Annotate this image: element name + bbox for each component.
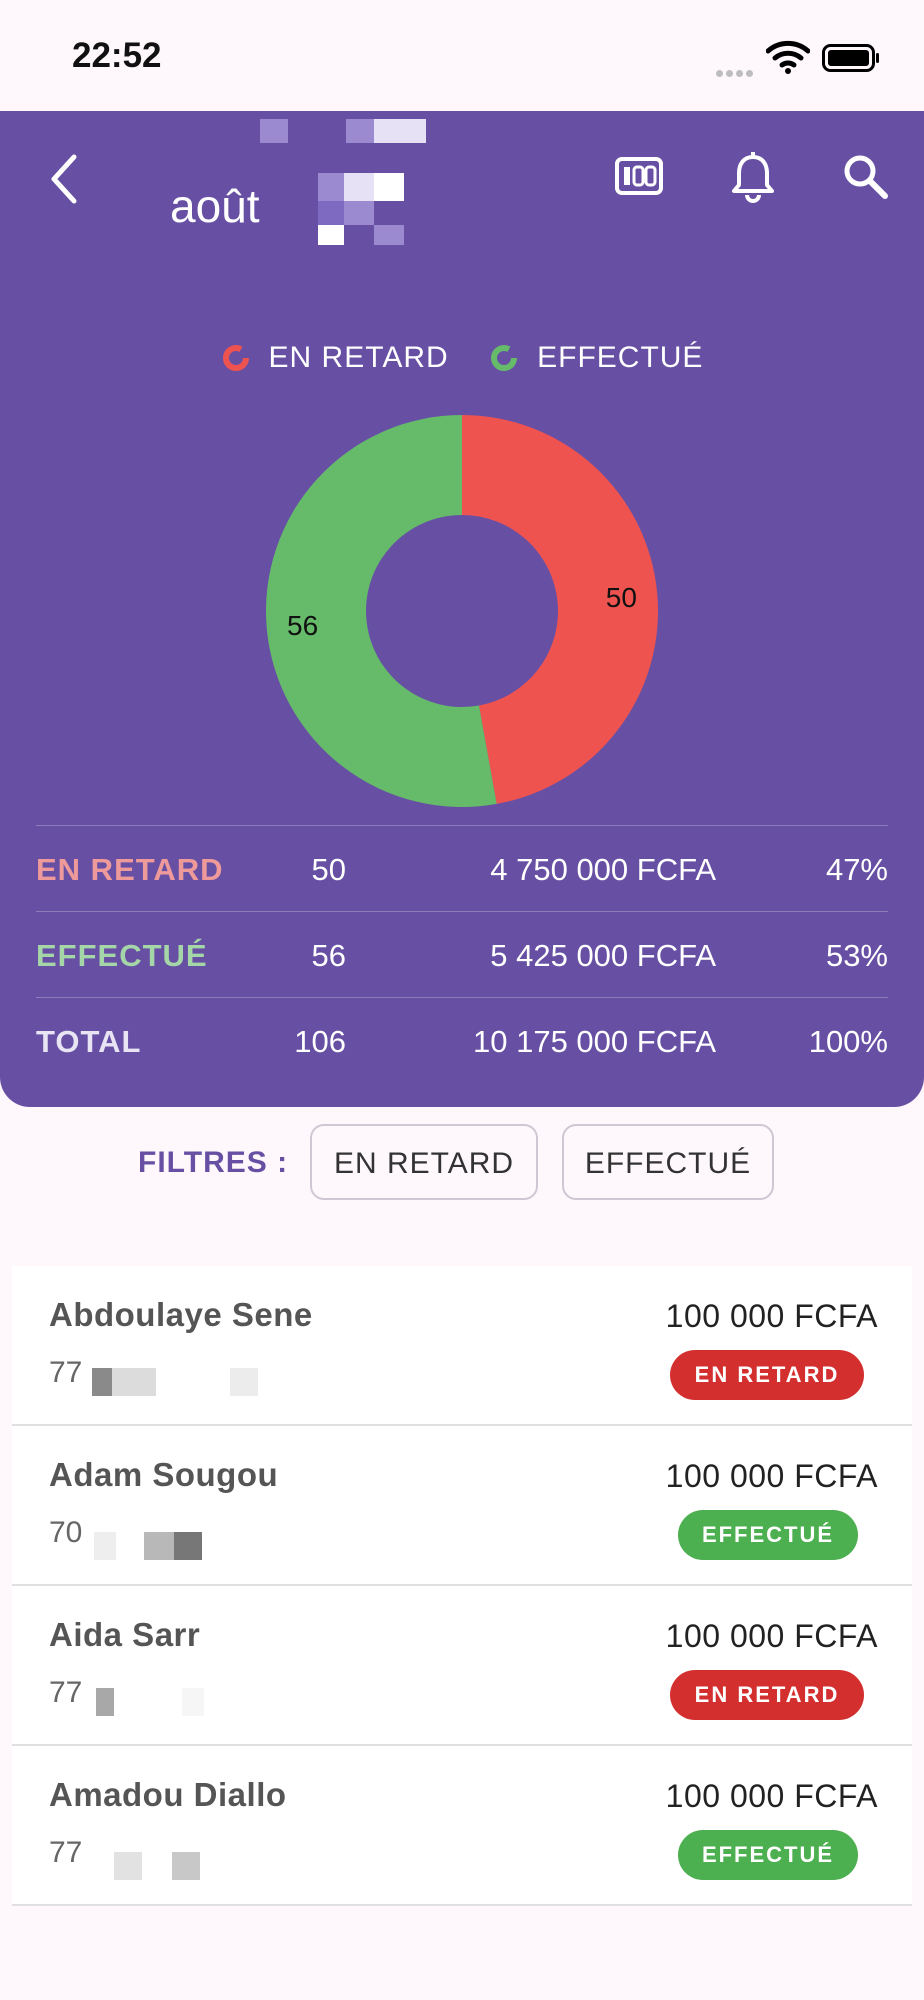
status-time: 22:52 (72, 36, 162, 75)
item-amount: 100 000 FCFA (665, 1298, 878, 1334)
summary-amount: 10 175 000 FCFA (473, 1024, 716, 1059)
member-phone: 77 (49, 1676, 83, 1709)
donut-data-label: 50 (606, 582, 637, 613)
item-amount: 100 000 FCFA (665, 1618, 878, 1654)
cellular-signal-icon (716, 64, 760, 77)
summary-count: 56 (311, 938, 346, 973)
item-amount: 100 000 FCFA (665, 1778, 878, 1814)
chart-legend: EN RETARD EFFECTUÉ (0, 341, 924, 378)
legend-label: EN RETARD (268, 341, 449, 374)
list-item[interactable]: Amadou Diallo 77 100 000 FCFA EFFECTUÉ (12, 1746, 912, 1906)
legend-en-retard: EN RETARD (221, 341, 449, 375)
status-badge: EN RETARD (670, 1670, 864, 1720)
summary-amount: 5 425 000 FCFA (490, 938, 716, 973)
search-icon[interactable] (842, 153, 888, 199)
summary-amount: 4 750 000 FCFA (490, 852, 716, 887)
summary-count: 106 (294, 1024, 346, 1059)
member-name: Aida Sarr (49, 1616, 201, 1653)
summary-label: TOTAL (36, 1024, 142, 1059)
member-phone: 70 (49, 1516, 83, 1549)
member-phone: 77 (49, 1356, 83, 1389)
status-badge: EN RETARD (670, 1350, 864, 1400)
member-phone: 77 (49, 1836, 83, 1869)
battery-icon (822, 44, 879, 72)
status-bar: 22:52 (0, 0, 924, 111)
list-item[interactable]: Aida Sarr 77 100 000 FCFA EN RETARD (12, 1586, 912, 1746)
filter-chip-en-retard[interactable]: EN RETARD (310, 1124, 538, 1200)
list-item[interactable]: Adam Sougou 70 100 000 FCFA EFFECTUÉ (12, 1426, 912, 1586)
summary-count: 50 (311, 852, 346, 887)
summary-table: EN RETARD 50 4 750 000 FCFA 47% EFFECTUÉ… (36, 825, 888, 1083)
counter-icon[interactable] (614, 153, 664, 199)
summary-row-total: TOTAL 106 10 175 000 FCFA 100% (36, 997, 888, 1083)
summary-label: EN RETARD (36, 852, 224, 887)
summary-percent: 47% (825, 852, 888, 887)
payment-list: Abdoulaye Sene 77 100 000 FCFA EN RETARD… (12, 1266, 912, 1906)
back-arrow-icon[interactable] (44, 149, 84, 209)
member-name: Adam Sougou (49, 1456, 279, 1493)
filters-bar: FILTRES : EN RETARD EFFECTUÉ (0, 1124, 924, 1204)
legend-donut-icon (222, 345, 249, 371)
donut-chart: 50 56 (265, 415, 658, 807)
status-badge: EFFECTUÉ (678, 1830, 858, 1880)
member-name: Amadou Diallo (49, 1776, 287, 1813)
legend-effectue: EFFECTUÉ (489, 341, 703, 375)
summary-row-effectue: EFFECTUÉ 56 5 425 000 FCFA 53% (36, 911, 888, 997)
summary-percent: 53% (825, 938, 888, 973)
wifi-icon (766, 40, 810, 74)
legend-donut-icon (491, 345, 518, 371)
item-amount: 100 000 FCFA (665, 1458, 878, 1494)
status-badge: EFFECTUÉ (678, 1510, 858, 1560)
month-title: août (170, 180, 260, 232)
donut-data-label: 56 (287, 610, 318, 641)
filter-chip-effectue[interactable]: EFFECTUÉ (562, 1124, 774, 1200)
notification-bell-icon[interactable] (730, 151, 776, 205)
summary-percent: 100% (808, 1024, 888, 1059)
list-item[interactable]: Abdoulaye Sene 77 100 000 FCFA EN RETARD (12, 1266, 912, 1426)
summary-panel: août EN RETARD EFFECTUÉ 50 56 EN RETARD … (0, 111, 924, 1107)
summary-row-en-retard: EN RETARD 50 4 750 000 FCFA 47% (36, 825, 888, 911)
summary-label: EFFECTUÉ (36, 938, 208, 973)
legend-label: EFFECTUÉ (537, 341, 704, 374)
filters-label: FILTRES : (138, 1146, 289, 1179)
member-name: Abdoulaye Sene (49, 1296, 313, 1333)
